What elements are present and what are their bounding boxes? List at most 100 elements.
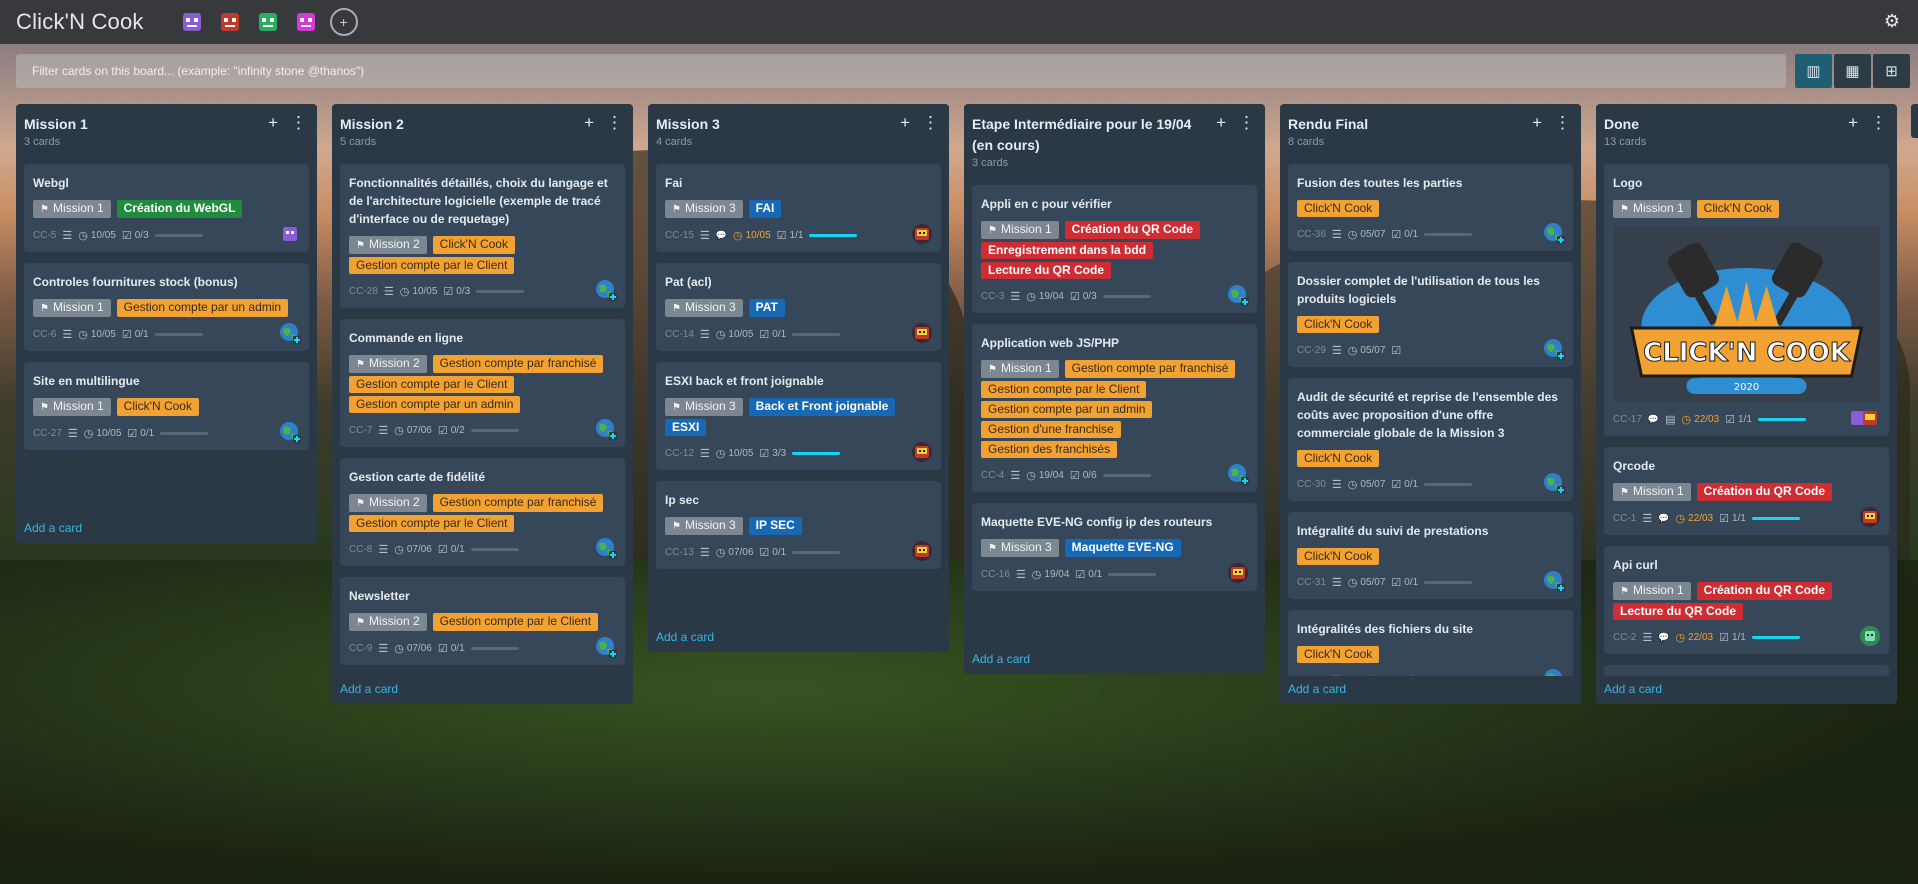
add-icon[interactable]: + bbox=[1216, 113, 1226, 133]
avatar[interactable] bbox=[911, 540, 933, 562]
gear-icon[interactable]: ⚙ bbox=[1882, 11, 1902, 31]
card[interactable]: Dossier complet de l'utilisation de tous… bbox=[1288, 262, 1573, 367]
add-icon[interactable]: + bbox=[1848, 113, 1858, 133]
card[interactable]: Webgl ⚑ Mission 1 Création du WebGL CC-5 ☰ ◷ 10… bbox=[24, 164, 309, 252]
add-icon[interactable]: + bbox=[900, 113, 910, 133]
list-title[interactable]: Rendu Final bbox=[1288, 114, 1573, 135]
card[interactable]: Logo ⚑ Mission 1 Click'N Cook CLICK'N COOK 20… bbox=[1604, 164, 1889, 436]
add-member-icon[interactable]: + bbox=[329, 8, 358, 36]
card[interactable]: Audit de sécurité et reprise de l'ensemb… bbox=[1288, 378, 1573, 501]
due-date[interactable]: ◷05/07 bbox=[1348, 478, 1386, 491]
add-card-link[interactable]: Add a card bbox=[332, 676, 633, 704]
list-title[interactable]: Done bbox=[1604, 114, 1889, 135]
timeline-view-icon[interactable]: ⊞ bbox=[1873, 54, 1910, 88]
due-date[interactable]: ◷ 19/04 bbox=[1032, 568, 1070, 581]
card[interactable]: Ip sec ⚑ Mission 3 IP SEC CC-13 ☰ ◷ 07/06 ☑ 0/1 bbox=[656, 481, 941, 569]
list-title[interactable]: Mission 1 bbox=[24, 114, 309, 135]
avatar[interactable] bbox=[911, 441, 933, 463]
due-date[interactable]: ◷ 19/04 bbox=[1026, 469, 1064, 482]
add-card-link[interactable]: Add a card bbox=[964, 646, 1265, 674]
card[interactable]: Nom du projet⚑Mission 1Click'N CookCC-18… bbox=[1604, 665, 1889, 676]
due-date[interactable]: ◷ 07/06 bbox=[394, 543, 432, 556]
due-date[interactable]: ◷05/07 bbox=[1348, 344, 1386, 357]
avatar[interactable] bbox=[1227, 284, 1249, 306]
avatar[interactable] bbox=[595, 279, 617, 301]
due-date[interactable]: ◷05/07 bbox=[1348, 228, 1386, 241]
avatar[interactable] bbox=[1859, 506, 1881, 528]
card[interactable]: Api curl ⚑ Mission 1 Création du QR Code Lec… bbox=[1604, 546, 1889, 654]
more-vertical-icon[interactable]: ⋮ bbox=[606, 113, 623, 133]
avatar[interactable] bbox=[1543, 668, 1565, 676]
due-date[interactable]: ◷ 19/04 bbox=[1026, 290, 1064, 303]
card[interactable]: Fusion des toutes les parties Click'N Coo… bbox=[1288, 164, 1573, 251]
avatar[interactable] bbox=[595, 537, 617, 559]
add-icon[interactable]: + bbox=[584, 113, 594, 133]
card[interactable]: Intégralités des fichiers du site Click'N… bbox=[1288, 610, 1573, 676]
avatar[interactable] bbox=[279, 322, 301, 344]
due-date[interactable]: ◷ 10/05 bbox=[84, 427, 122, 440]
card[interactable]: Qrcode ⚑ Mission 1 Création du QR Code CC-1 ☰… bbox=[1604, 447, 1889, 535]
list-title[interactable]: Mission 2 bbox=[340, 114, 625, 135]
card[interactable]: ESXI back et front joignable ⚑ Mission 3 Ba… bbox=[656, 362, 941, 470]
card[interactable]: Fai ⚑ Mission 3 FAI CC-15 ☰ 💬 ◷ 10/05 ☑ 1/1 bbox=[656, 164, 941, 252]
due-date[interactable]: ◷ 22/03 bbox=[1682, 413, 1720, 426]
card[interactable]: Controles fournitures stock (bonus) ⚑ Miss… bbox=[24, 263, 309, 351]
more-vertical-icon[interactable]: ⋮ bbox=[1870, 113, 1887, 133]
avatar[interactable] bbox=[1543, 338, 1565, 360]
avatar[interactable] bbox=[1851, 407, 1881, 429]
avatar[interactable] bbox=[911, 322, 933, 344]
avatar[interactable] bbox=[1227, 463, 1249, 485]
avatar[interactable] bbox=[279, 223, 301, 245]
avatar[interactable] bbox=[1227, 562, 1249, 584]
due-date[interactable]: ◷05/07 bbox=[1348, 576, 1386, 589]
due-date[interactable]: ◷ 07/06 bbox=[394, 424, 432, 437]
card[interactable]: Pat (acl) ⚑ Mission 3 PAT CC-14 ☰ ◷ 10/05 ☑ 0/1 bbox=[656, 263, 941, 351]
card[interactable]: Intégralité du suivi de prestations Click… bbox=[1288, 512, 1573, 599]
more-vertical-icon[interactable]: ⋮ bbox=[290, 113, 307, 133]
list-title[interactable]: Mission 3 bbox=[656, 114, 941, 135]
add-icon[interactable]: + bbox=[268, 113, 278, 133]
add-card-link[interactable]: Add a card bbox=[648, 624, 949, 652]
more-vertical-icon[interactable]: ⋮ bbox=[1554, 113, 1571, 133]
avatar[interactable] bbox=[1543, 222, 1565, 244]
due-date[interactable]: ◷ 10/05 bbox=[733, 229, 771, 242]
add-card-link[interactable]: Add a card bbox=[1596, 676, 1897, 704]
member-avatar[interactable] bbox=[254, 8, 282, 36]
member-avatar[interactable] bbox=[178, 8, 206, 36]
board-title[interactable]: Click'N Cook bbox=[16, 9, 144, 35]
due-date[interactable]: ◷ 22/03 bbox=[1675, 631, 1713, 644]
due-date[interactable]: ◷ 10/05 bbox=[716, 447, 754, 460]
card[interactable]: Fonctionnalités détaillés, choix du lang… bbox=[340, 164, 625, 308]
due-date[interactable]: ◷ 10/05 bbox=[400, 285, 438, 298]
due-date[interactable]: ◷ 10/05 bbox=[78, 229, 116, 242]
avatar[interactable] bbox=[279, 421, 301, 443]
next-list-edge[interactable] bbox=[1911, 104, 1918, 138]
card[interactable]: Gestion carte de fidélité ⚑ Mission 2 Gesti… bbox=[340, 458, 625, 566]
due-date[interactable]: ◷ 07/06 bbox=[716, 546, 754, 559]
member-avatar[interactable] bbox=[216, 8, 244, 36]
card[interactable]: Appli en c pour vérifier ⚑ Mission 1 Créati… bbox=[972, 185, 1257, 313]
avatar[interactable] bbox=[1543, 472, 1565, 494]
avatar[interactable] bbox=[595, 418, 617, 440]
member-avatar[interactable] bbox=[292, 8, 320, 36]
card[interactable]: Site en multilingue ⚑ Mission 1 Click'N Coo… bbox=[24, 362, 309, 450]
due-date[interactable]: ◷ 22/03 bbox=[1675, 512, 1713, 525]
avatar[interactable] bbox=[1543, 570, 1565, 592]
calendar-view-icon[interactable]: ▦ bbox=[1834, 54, 1871, 88]
card[interactable]: Application web JS/PHP ⚑ Mission 1 Gestion … bbox=[972, 324, 1257, 492]
add-card-link[interactable]: Add a card bbox=[16, 515, 317, 543]
list-title[interactable]: Etape Intermédiaire pour le 19/04 (en co… bbox=[972, 114, 1257, 156]
due-date[interactable]: ◷ 10/05 bbox=[78, 328, 116, 341]
card[interactable]: Maquette EVE-NG config ip des routeurs ⚑ M… bbox=[972, 503, 1257, 591]
card[interactable]: Commande en ligne ⚑ Mission 2 Gestion compt… bbox=[340, 319, 625, 447]
avatar[interactable] bbox=[1859, 625, 1881, 647]
add-card-link[interactable]: Add a card bbox=[1280, 676, 1581, 704]
due-date[interactable]: ◷ 10/05 bbox=[716, 328, 754, 341]
avatar[interactable] bbox=[595, 636, 617, 658]
due-date[interactable]: ◷05/07 bbox=[1348, 674, 1386, 677]
avatar[interactable] bbox=[911, 223, 933, 245]
more-vertical-icon[interactable]: ⋮ bbox=[1238, 113, 1255, 133]
filter-cards-input[interactable] bbox=[16, 54, 1786, 88]
due-date[interactable]: ◷ 07/06 bbox=[394, 642, 432, 655]
card[interactable]: Newsletter ⚑ Mission 2 Gestion compte par l… bbox=[340, 577, 625, 665]
